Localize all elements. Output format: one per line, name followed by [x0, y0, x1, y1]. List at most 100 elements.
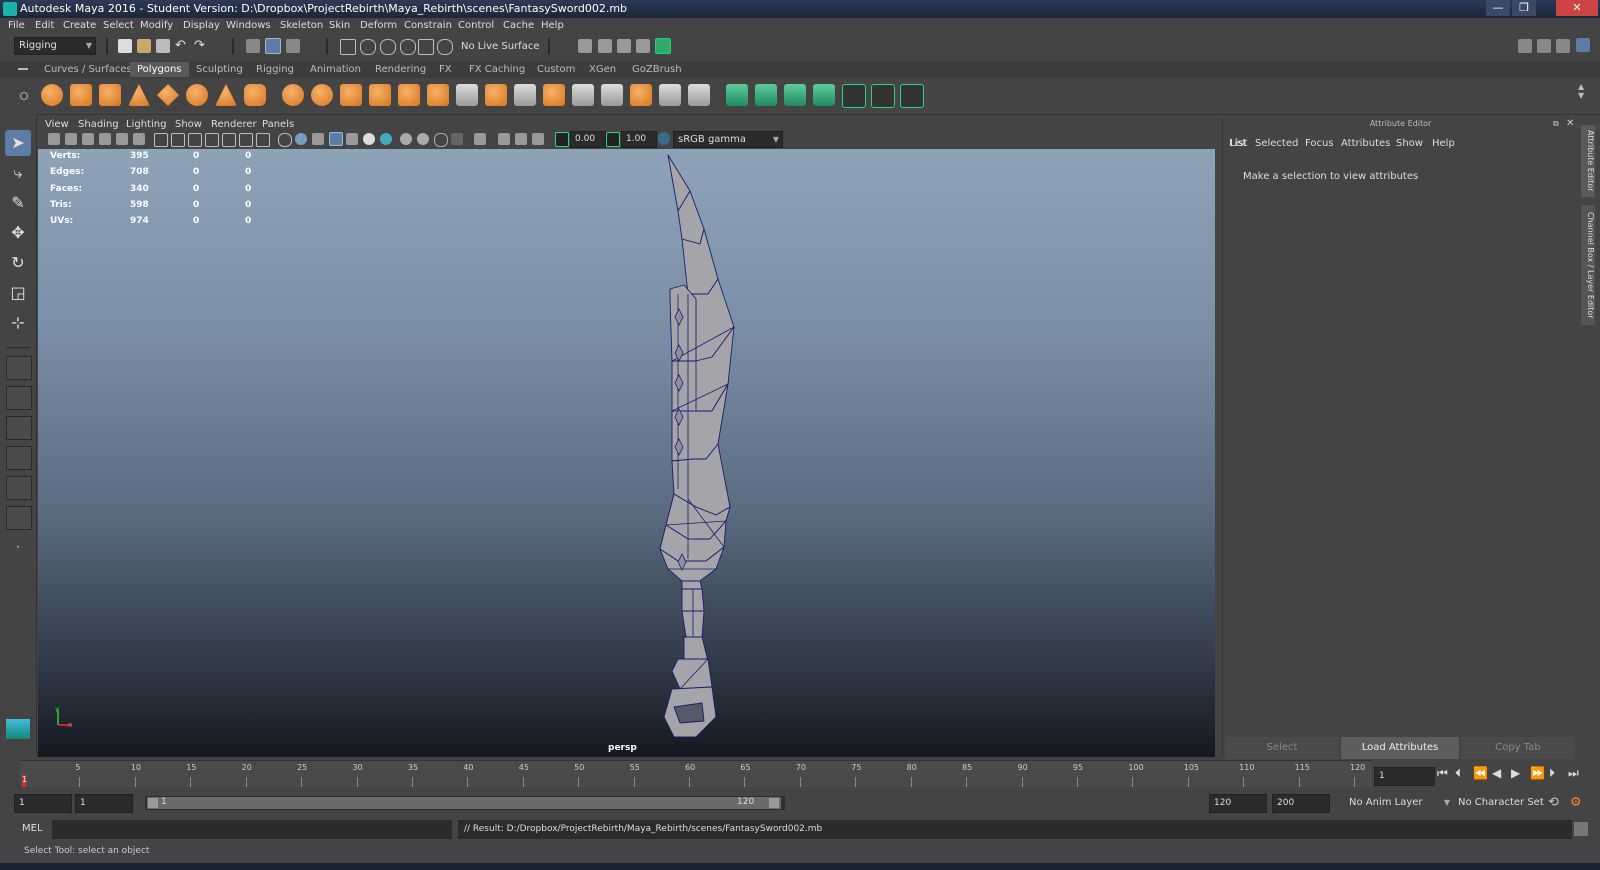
- menu-windows[interactable]: Windows: [226, 20, 271, 31]
- save-scene-icon[interactable]: [156, 39, 170, 53]
- exposure-reset-icon[interactable]: [532, 133, 544, 145]
- tab-gozbrush[interactable]: GoZBrush: [625, 62, 689, 77]
- snap-view-plane-icon[interactable]: [400, 39, 416, 55]
- view-transform-dropdown[interactable]: sRGB gamma ▼: [673, 131, 783, 148]
- image-plane-icon[interactable]: [99, 133, 111, 145]
- panel-menu-lighting[interactable]: Lighting: [126, 119, 166, 130]
- ae-menu-help[interactable]: Help: [1432, 138, 1455, 149]
- perspective-viewport[interactable]: Verts: 395 0 0 Edges: 708 0 0 Faces: 340…: [38, 149, 1215, 757]
- gamma-icon[interactable]: [606, 132, 620, 147]
- snap-curve-icon[interactable]: [360, 39, 376, 55]
- rotate-tool-icon[interactable]: ↻: [5, 250, 31, 276]
- live-surface-field[interactable]: No Live Surface: [456, 38, 548, 56]
- unfold-uv-icon[interactable]: [900, 84, 924, 108]
- append-polygon-icon[interactable]: [543, 84, 565, 106]
- minimize-button[interactable]: —: [1486, 0, 1510, 16]
- isolate-select-icon[interactable]: [474, 133, 486, 145]
- range-start-grip[interactable]: [148, 798, 158, 808]
- go-to-start-icon[interactable]: ⏮: [1437, 766, 1448, 781]
- shelf-menu-icon[interactable]: [18, 68, 28, 70]
- current-frame-field[interactable]: 1: [1374, 767, 1435, 786]
- smooth-icon[interactable]: [369, 84, 391, 106]
- xray-joints-icon[interactable]: [498, 133, 510, 145]
- poly-plane-icon[interactable]: [157, 84, 179, 106]
- scale-tool-icon[interactable]: ◲: [5, 280, 31, 306]
- shadows-icon[interactable]: [380, 133, 392, 145]
- persp-graph-layout-icon[interactable]: [6, 446, 32, 470]
- redo-icon[interactable]: ↷: [194, 39, 208, 53]
- poly-sphere-icon[interactable]: [41, 84, 63, 106]
- panel-menu-panels[interactable]: Panels: [262, 119, 294, 130]
- go-to-end-icon[interactable]: ⏭: [1568, 766, 1579, 781]
- film-gate-icon[interactable]: [171, 133, 185, 147]
- camera-attributes-icon[interactable]: [65, 133, 77, 145]
- select-object-icon[interactable]: [265, 38, 281, 54]
- menu-edit[interactable]: Edit: [35, 20, 54, 31]
- safe-title-icon[interactable]: [256, 133, 270, 147]
- cut-uv-icon[interactable]: [842, 84, 866, 108]
- combine-icon[interactable]: [282, 84, 304, 106]
- snap-grid-icon[interactable]: [340, 39, 356, 55]
- move-tool-icon[interactable]: ✥: [5, 220, 31, 246]
- automatic-map-icon[interactable]: [813, 84, 835, 106]
- float-panel-icon[interactable]: ⧉: [1553, 119, 1559, 129]
- xray-components-icon[interactable]: [515, 133, 527, 145]
- menu-display[interactable]: Display: [183, 20, 220, 31]
- close-button[interactable]: ✕: [1556, 0, 1598, 16]
- animation-preferences-icon[interactable]: ⚙: [1570, 795, 1582, 810]
- render-view-icon[interactable]: [578, 39, 592, 53]
- four-view-layout-icon[interactable]: [6, 386, 32, 410]
- ae-menu-show[interactable]: Show: [1396, 138, 1423, 149]
- insert-edge-loop-icon[interactable]: [514, 84, 536, 106]
- script-editor-icon[interactable]: [1574, 822, 1588, 836]
- resolution-gate-icon[interactable]: [188, 133, 202, 147]
- tab-rendering[interactable]: Rendering: [368, 62, 433, 77]
- last-tool-icon[interactable]: ⊹: [5, 310, 31, 336]
- camera-icon[interactable]: [48, 133, 60, 145]
- close-panel-icon[interactable]: ✕: [1566, 118, 1574, 129]
- menu-create[interactable]: Create: [63, 20, 96, 31]
- panel-menu-show[interactable]: Show: [175, 119, 202, 130]
- poly-cylinder-icon[interactable]: [99, 84, 121, 106]
- menu-modify[interactable]: Modify: [140, 20, 173, 31]
- step-back-frame-icon[interactable]: ⏴: [1455, 766, 1461, 781]
- single-perspective-layout-icon[interactable]: [6, 356, 32, 380]
- menu-constrain[interactable]: Constrain: [404, 20, 452, 31]
- hypershade-icon[interactable]: [655, 38, 671, 54]
- menu-control[interactable]: Control: [458, 20, 494, 31]
- gate-mask-icon[interactable]: [205, 133, 219, 147]
- new-scene-icon[interactable]: [118, 39, 132, 53]
- exposure-icon[interactable]: [555, 132, 569, 147]
- wireframe-on-shaded-icon[interactable]: [329, 132, 343, 146]
- snap-surface-icon[interactable]: [437, 39, 453, 55]
- ae-menu-list[interactable]: List: [1229, 138, 1246, 149]
- snap-point-icon[interactable]: [380, 39, 396, 55]
- play-forward-icon[interactable]: ▶: [1511, 766, 1520, 780]
- lasso-tool-icon[interactable]: ⤷: [5, 160, 31, 186]
- panel-menu-shading[interactable]: Shading: [78, 119, 119, 130]
- ae-menu-attributes[interactable]: Attributes: [1341, 138, 1390, 149]
- grid-icon[interactable]: [154, 133, 168, 147]
- safe-action-icon[interactable]: [239, 133, 253, 147]
- extrude-icon[interactable]: [398, 84, 420, 106]
- tab-fx[interactable]: FX: [432, 62, 459, 77]
- tab-polygons[interactable]: Polygons: [130, 62, 189, 77]
- tab-animation[interactable]: Animation: [303, 62, 368, 77]
- target-weld-icon[interactable]: [572, 84, 594, 106]
- paint-select-tool-icon[interactable]: ✎: [5, 190, 31, 216]
- bookmark-icon[interactable]: [82, 133, 94, 145]
- step-back-key-icon[interactable]: ⏪: [1473, 766, 1488, 780]
- undo-icon[interactable]: ↶: [175, 39, 189, 53]
- range-slider-handle[interactable]: 1 120: [147, 797, 781, 809]
- load-attributes-button[interactable]: Load Attributes: [1341, 737, 1459, 759]
- wireframe-icon[interactable]: [278, 133, 292, 147]
- tab-curves-surfaces[interactable]: Curves / Surfaces: [37, 62, 139, 77]
- xray-icon[interactable]: [346, 133, 358, 145]
- auto-key-icon[interactable]: ⟲: [1548, 795, 1559, 810]
- menu-file[interactable]: File: [8, 20, 25, 31]
- poly-cone-icon[interactable]: [128, 84, 150, 106]
- planar-map-icon[interactable]: [726, 84, 748, 106]
- menu-skin[interactable]: Skin: [329, 20, 350, 31]
- playback-end-field[interactable]: 120: [1209, 794, 1267, 813]
- cylindrical-map-icon[interactable]: [755, 84, 777, 106]
